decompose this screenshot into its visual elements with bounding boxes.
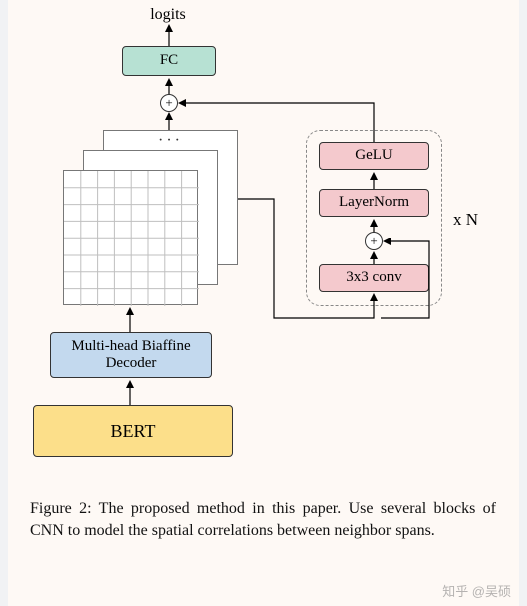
logits-label: logits bbox=[138, 6, 198, 24]
fc-block: FC bbox=[122, 46, 216, 76]
bert-block: BERT bbox=[33, 405, 233, 457]
tensor-front bbox=[63, 170, 198, 305]
biaffine-decoder-block: Multi-head Biaffine Decoder bbox=[50, 332, 212, 378]
arrow-fc-to-logits bbox=[164, 24, 174, 46]
arrow-biaffine-to-tensor bbox=[125, 307, 135, 333]
caption-text: The proposed method in this paper. Use s… bbox=[30, 500, 496, 539]
residual-connector bbox=[381, 238, 439, 322]
connector-cnn-to-plus bbox=[176, 99, 380, 143]
arrow-ln-to-gelu bbox=[369, 172, 379, 190]
gelu-block: GeLU bbox=[319, 142, 429, 170]
figure-canvas: logits FC + ··· Mu bbox=[8, 0, 519, 606]
arrow-bert-to-biaffine bbox=[125, 380, 135, 406]
caption-prefix: Figure 2: bbox=[30, 500, 99, 517]
figure-caption: Figure 2: The proposed method in this pa… bbox=[30, 498, 496, 541]
repeat-xn-label: x N bbox=[453, 210, 478, 230]
connector-tensor-to-cnn bbox=[238, 193, 378, 323]
watermark: 知乎 @吴硕 bbox=[442, 581, 511, 600]
